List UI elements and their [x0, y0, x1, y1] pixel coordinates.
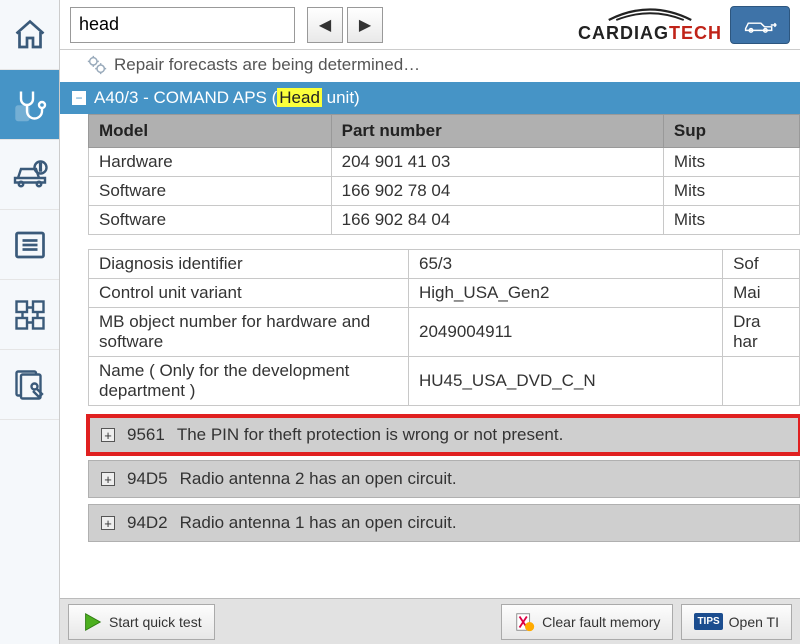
- expand-icon: +: [101, 516, 115, 530]
- gears-icon: [86, 54, 108, 76]
- brand-logo: CARDIAGTECH: [578, 5, 722, 44]
- search-input[interactable]: [70, 7, 295, 43]
- home-icon: [12, 17, 48, 53]
- fault-code: 94D2: [127, 513, 168, 533]
- search-prev-button[interactable]: ◀: [307, 7, 343, 43]
- document-wrench-icon: [12, 367, 48, 403]
- fault-text: The PIN for theft protection is wrong or…: [177, 425, 563, 445]
- table-header: Model: [89, 115, 332, 148]
- fault-list: +9561 The PIN for theft protection is wro…: [88, 416, 800, 542]
- clear-fault-button[interactable]: Clear fault memory: [501, 604, 673, 640]
- sidebar: !: [0, 0, 60, 644]
- table-header: Part number: [331, 115, 663, 148]
- list-icon: [12, 227, 48, 263]
- grid-plug-icon: [12, 297, 48, 333]
- table-row[interactable]: Control unit variantHigh_USA_Gen2Mai: [89, 279, 800, 308]
- table-header: Sup: [663, 115, 799, 148]
- svg-text:!: !: [39, 162, 42, 172]
- search-next-button[interactable]: ▶: [347, 7, 383, 43]
- triangle-left-icon: ◀: [319, 15, 331, 35]
- sidebar-item-home[interactable]: [0, 0, 59, 70]
- clear-memory-icon: [514, 611, 536, 633]
- brand-text-2: TECH: [669, 23, 722, 43]
- content-area: ModelPart numberSup Hardware204 901 41 0…: [60, 114, 800, 644]
- module-header[interactable]: − A40/3 - COMAND APS (Head unit): [60, 82, 800, 114]
- status-row: Repair forecasts are being determined…: [60, 50, 800, 82]
- table-row[interactable]: Diagnosis identifier65/3Sof: [89, 250, 800, 279]
- fault-row[interactable]: +9561 The PIN for theft protection is wro…: [88, 416, 800, 454]
- tips-badge-icon: TIPS: [694, 613, 722, 630]
- main-area: ◀ ▶ CARDIAGTECH Repair for: [60, 0, 800, 644]
- parts-table: ModelPart numberSup Hardware204 901 41 0…: [88, 114, 800, 235]
- expand-icon: +: [101, 472, 115, 486]
- search-highlight: Head: [277, 88, 322, 107]
- fault-text: Radio antenna 2 has an open circuit.: [180, 469, 457, 489]
- search-box: [70, 7, 295, 43]
- sidebar-item-reports[interactable]: [0, 350, 59, 420]
- car-alert-icon: !: [12, 157, 48, 193]
- collapse-icon: −: [72, 91, 86, 105]
- stethoscope-icon: [12, 87, 48, 123]
- table-row[interactable]: Software166 902 78 04Mits: [89, 177, 800, 206]
- triangle-right-icon: ▶: [359, 15, 371, 35]
- table-row[interactable]: Name ( Only for the development departme…: [89, 357, 800, 406]
- vehicle-select-button[interactable]: [730, 6, 790, 44]
- fault-code: 94D5: [127, 469, 168, 489]
- sidebar-item-modules[interactable]: [0, 280, 59, 350]
- sidebar-item-list[interactable]: [0, 210, 59, 280]
- table-row[interactable]: MB object number for hardware and softwa…: [89, 308, 800, 357]
- expand-icon: +: [101, 428, 115, 442]
- status-text: Repair forecasts are being determined…: [114, 55, 420, 75]
- vehicle-arrow-icon: [742, 13, 778, 37]
- module-title: A40/3 - COMAND APS (Head unit): [94, 88, 360, 108]
- fault-text: Radio antenna 1 has an open circuit.: [180, 513, 457, 533]
- fault-code: 9561: [127, 425, 165, 445]
- details-table: Diagnosis identifier65/3SofControl unit …: [88, 249, 800, 406]
- fault-row[interactable]: +94D2 Radio antenna 1 has an open circuit…: [88, 504, 800, 542]
- topbar: ◀ ▶ CARDIAGTECH: [60, 0, 800, 50]
- sidebar-item-diagnosis[interactable]: [0, 70, 59, 140]
- table-row[interactable]: Hardware204 901 41 03Mits: [89, 148, 800, 177]
- quick-test-button[interactable]: Start quick test: [68, 604, 215, 640]
- brand-swoosh-icon: [595, 5, 705, 23]
- open-tips-button[interactable]: TIPS Open TI: [681, 604, 792, 640]
- table-row[interactable]: Software166 902 84 04Mits: [89, 206, 800, 235]
- bottom-toolbar: Start quick test Clear fault memory TIPS…: [60, 598, 800, 644]
- brand-text-1: CARDIAG: [578, 23, 669, 43]
- play-icon: [81, 611, 103, 633]
- fault-row[interactable]: +94D5 Radio antenna 2 has an open circuit…: [88, 460, 800, 498]
- sidebar-item-vehicle-alert[interactable]: !: [0, 140, 59, 210]
